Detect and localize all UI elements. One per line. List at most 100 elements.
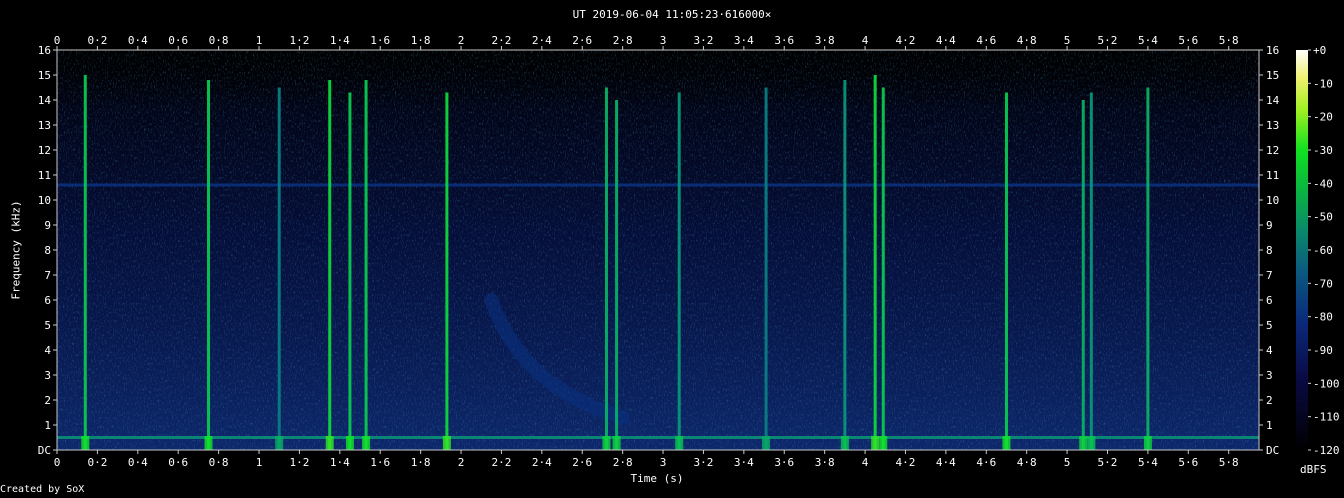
x-tick-label-bottom: 2	[458, 456, 465, 469]
x-tick-label-top: 1·2	[289, 34, 309, 47]
x-tick-label-top: 3·2	[694, 34, 714, 47]
x-tick-label-bottom: 4·2	[896, 456, 916, 469]
x-tick-label-top: 3·8	[815, 34, 835, 47]
y-tick-label-left: 2	[44, 394, 51, 407]
y-tick-label-right: 9	[1266, 219, 1273, 232]
y-tick-label-left: 12	[38, 144, 51, 157]
x-tick-label-top: 0·6	[168, 34, 188, 47]
x-tick-label-top: 4·6	[976, 34, 996, 47]
x-tick-label-bottom: 3	[660, 456, 667, 469]
x-tick-label-bottom: 3·4	[734, 456, 754, 469]
y-tick-label-left: 9	[44, 219, 51, 232]
y-tick-label-left: 3	[44, 369, 51, 382]
x-tick-label-top: 5·2	[1098, 34, 1118, 47]
x-tick-label-bottom: 2·4	[532, 456, 552, 469]
transient-mark	[83, 75, 87, 450]
x-tick-label-bottom: 1	[256, 456, 263, 469]
y-tick-label-left: DC	[38, 444, 51, 457]
horizontal-line-mark	[57, 183, 1259, 187]
x-tick-label-bottom: 2·2	[491, 456, 511, 469]
transient-mark	[277, 87, 281, 450]
transient-base-mark	[762, 436, 771, 450]
transient-base-mark	[612, 436, 621, 450]
transient-mark	[615, 100, 619, 450]
x-tick-label-top: 1	[256, 34, 263, 47]
colorbar-tick-label: -70	[1313, 277, 1333, 290]
transient-base-mark	[442, 436, 451, 450]
colorbar-tick-label: -90	[1313, 344, 1333, 357]
transient-mark	[881, 87, 885, 450]
colorbar-tick-label: +0	[1313, 44, 1326, 57]
transient-base-mark	[325, 436, 334, 450]
x-tick-label-bottom: 1·2	[289, 456, 309, 469]
colorbar-tick-label: -30	[1313, 144, 1333, 157]
x-tick-label-top: 4	[862, 34, 869, 47]
x-tick-label-bottom: 5	[1064, 456, 1071, 469]
x-tick-label-top: 5	[1064, 34, 1071, 47]
x-tick-label-top: 0·4	[128, 34, 148, 47]
y-tick-label-right: 4	[1266, 344, 1273, 357]
x-tick-label-bottom: 5·6	[1178, 456, 1198, 469]
x-tick-label-bottom: 0·4	[128, 456, 148, 469]
x-tick-label-top: 4·8	[1017, 34, 1037, 47]
transient-mark	[843, 80, 847, 450]
colorbar-tick-label: -120	[1313, 444, 1340, 457]
y-tick-label-right: 12	[1266, 144, 1279, 157]
x-tick-label-top: 4·2	[896, 34, 916, 47]
y-tick-label-left: 6	[44, 294, 51, 307]
y-tick-label-right: 15	[1266, 69, 1279, 82]
x-tick-label-bottom: 4·4	[936, 456, 956, 469]
x-tick-label-bottom: 1·8	[411, 456, 431, 469]
transient-mark	[677, 92, 681, 450]
x-tick-label-bottom: 0	[54, 456, 61, 469]
y-tick-label-left: 16	[38, 44, 51, 57]
colorbar-tick-label: -60	[1313, 244, 1333, 257]
x-tick-label-bottom: 2·8	[613, 456, 633, 469]
x-tick-label-top: 2·8	[613, 34, 633, 47]
transient-base-mark	[275, 436, 284, 450]
x-tick-label-top: 3·6	[774, 34, 794, 47]
y-tick-label-left: 4	[44, 344, 51, 357]
colorbar-tick-label: -50	[1313, 211, 1333, 224]
y-tick-label-left: 11	[38, 169, 51, 182]
x-tick-label-bottom: 1·6	[370, 456, 390, 469]
x-tick-label-top: 2·4	[532, 34, 552, 47]
spectrogram-chart: 000·20·20·40·40·60·60·80·8111·21·21·41·4…	[38, 34, 1340, 469]
transient-base-mark	[204, 436, 213, 450]
x-tick-label-top: 0·8	[209, 34, 229, 47]
x-tick-label-bottom: 3·8	[815, 456, 835, 469]
transient-mark	[1081, 100, 1085, 450]
x-tick-label-bottom: 0·6	[168, 456, 188, 469]
y-tick-label-left: 7	[44, 269, 51, 282]
y-tick-label-right: 5	[1266, 319, 1273, 332]
x-tick-label-top: 0	[54, 34, 61, 47]
transient-base-mark	[1087, 436, 1096, 450]
transient-mark	[328, 80, 332, 450]
colorbar-tick-label: -110	[1313, 411, 1340, 424]
colorbar-tick-label: -10	[1313, 77, 1333, 90]
y-tick-label-right: 6	[1266, 294, 1273, 307]
transient-base-mark	[602, 436, 611, 450]
x-tick-label-top: 1·6	[370, 34, 390, 47]
x-tick-label-top: 5·6	[1178, 34, 1198, 47]
x-tick-label-top: 2·6	[572, 34, 592, 47]
transient-mark	[873, 75, 877, 450]
y-tick-label-left: 5	[44, 319, 51, 332]
transient-base-mark	[871, 436, 880, 450]
colorbar-tick-label: -80	[1313, 311, 1333, 324]
x-tick-label-bottom: 0·2	[87, 456, 107, 469]
y-tick-label-right: 7	[1266, 269, 1273, 282]
y-tick-label-right: 1	[1266, 419, 1273, 432]
transient-mark	[348, 92, 352, 450]
x-tick-label-bottom: 3·2	[694, 456, 714, 469]
transient-mark	[764, 87, 768, 450]
y-tick-label-right: 11	[1266, 169, 1279, 182]
colorbar-gradient	[1296, 50, 1308, 450]
x-tick-label-bottom: 5·4	[1138, 456, 1158, 469]
transient-mark	[1089, 92, 1093, 450]
x-tick-label-bottom: 4·6	[976, 456, 996, 469]
transient-base-mark	[345, 436, 354, 450]
y-tick-label-left: 1	[44, 419, 51, 432]
colorbar-tick-label: -100	[1313, 377, 1340, 390]
y-tick-label-right: 2	[1266, 394, 1273, 407]
